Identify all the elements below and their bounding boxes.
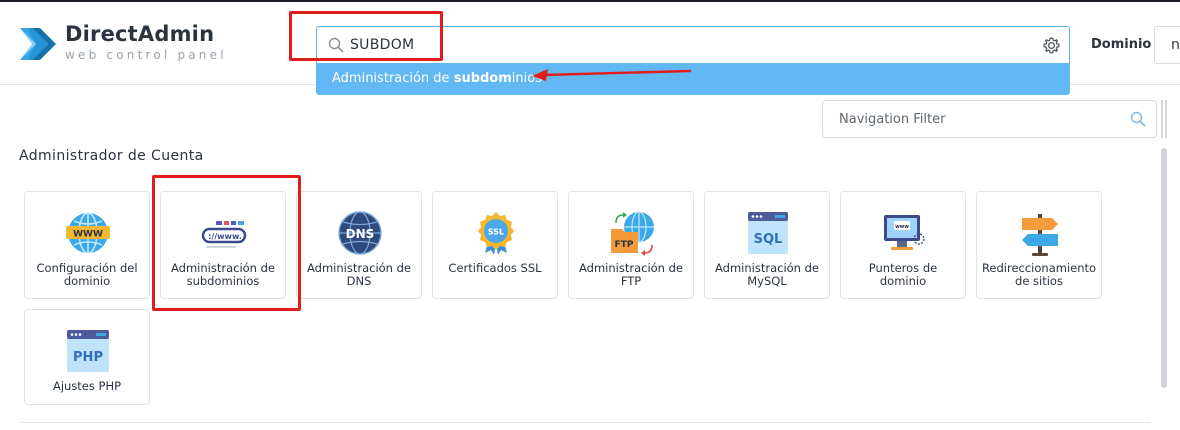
- suggestion-label: Administración de subdominios: [332, 71, 542, 86]
- domain-select[interactable]: nc: [1154, 26, 1180, 64]
- sql-database-icon: SQL: [748, 212, 788, 254]
- tile-php-settings[interactable]: PHP Ajustes PHP: [24, 309, 150, 405]
- php-icon: PHP: [67, 330, 109, 372]
- tile-label: Certificados SSL: [448, 261, 542, 275]
- www-globe-icon: WWW: [66, 212, 110, 254]
- tile-label: Administración de DNS: [307, 261, 411, 288]
- annotation-arrow-icon: [532, 69, 692, 81]
- sidebar-resize-handle[interactable]: [1160, 100, 1168, 138]
- navigation-filter-input[interactable]: Navigation Filter: [822, 100, 1157, 138]
- annotation-tile-highlight: [152, 175, 301, 311]
- domain-pointer-icon: www: [884, 215, 925, 250]
- ftp-folder-icon: FTP: [611, 211, 654, 256]
- tile-label: Punteros de dominio: [868, 261, 938, 288]
- tile-dns-management[interactable]: DNS Administración de DNS: [296, 191, 422, 299]
- section-divider: [19, 422, 1150, 423]
- tile-label: Configuración del dominio: [36, 261, 138, 288]
- tile-domain-pointers[interactable]: www Punteros de dominio: [840, 191, 966, 299]
- svg-text:WWW: WWW: [73, 230, 103, 240]
- signpost-icon: [1022, 214, 1058, 256]
- domain-label: Dominio: [1091, 37, 1152, 52]
- tile-ssl-certificates[interactable]: SSL Certificados SSL: [432, 191, 558, 299]
- brand-name: DirectAdmin: [65, 22, 215, 46]
- filter-placeholder: Navigation Filter: [839, 112, 946, 127]
- svg-text:www: www: [895, 224, 909, 230]
- brand-tagline: web control panel: [65, 48, 227, 62]
- svg-text:DNS: DNS: [346, 227, 375, 241]
- gear-icon[interactable]: [1042, 36, 1061, 55]
- tile-label: Ajustes PHP: [52, 379, 122, 393]
- tile-label: Administración de FTP: [579, 261, 683, 288]
- svg-text:SQL: SQL: [754, 232, 783, 247]
- dns-globe-icon: DNS: [338, 211, 382, 255]
- directadmin-page: DirectAdmin web control panel SUBDOM Adm…: [0, 0, 1180, 430]
- svg-text:SSL: SSL: [488, 228, 504, 237]
- directadmin-logo[interactable]: DirectAdmin web control panel: [18, 20, 224, 70]
- search-icon: [1130, 111, 1146, 127]
- annotation-search-highlight: [289, 11, 443, 61]
- tile-label: Administración de MySQL: [715, 261, 819, 288]
- svg-text:PHP: PHP: [73, 350, 103, 365]
- tile-domain-setup[interactable]: WWW Configuración del dominio: [24, 191, 150, 299]
- scrollbar-thumb[interactable]: [1161, 148, 1167, 388]
- section-title: Administrador de Cuenta: [19, 148, 204, 164]
- tile-mysql-management[interactable]: SQL Administración de MySQL: [704, 191, 830, 299]
- svg-text:FTP: FTP: [615, 240, 634, 250]
- tile-ftp-management[interactable]: FTP Administración de FTP: [568, 191, 694, 299]
- tile-label: Redireccionamiento de sitios: [981, 261, 1097, 288]
- content-scrollbar[interactable]: [1160, 148, 1168, 430]
- tile-site-redirection[interactable]: Redireccionamiento de sitios: [976, 191, 1102, 299]
- ssl-badge-icon: SSL: [478, 212, 514, 255]
- directadmin-logo-icon: [20, 28, 56, 60]
